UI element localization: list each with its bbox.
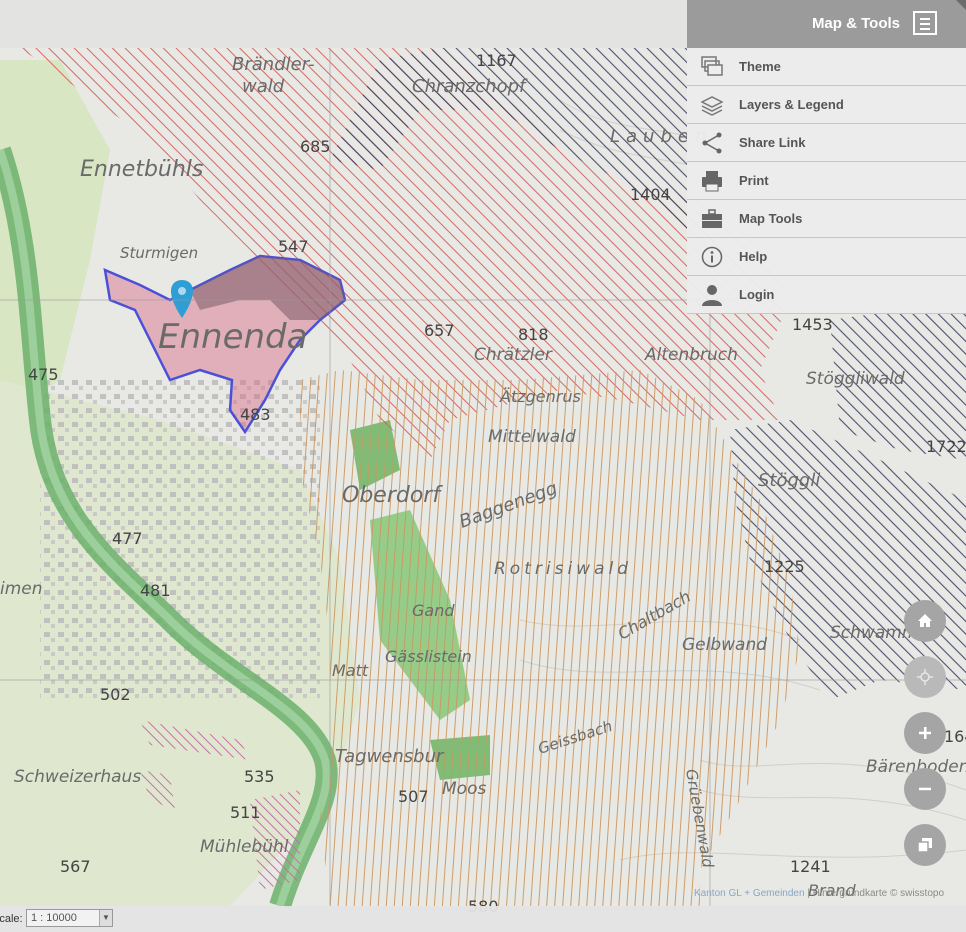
- chevron-down-icon[interactable]: ▼: [99, 910, 112, 926]
- menu-title: Map & Tools: [811, 15, 900, 32]
- attribution-basemap: Hintergrundkarte © swisstopo: [812, 888, 945, 899]
- zoom-in-button[interactable]: [904, 712, 946, 754]
- menu-item-share-link[interactable]: Share Link: [687, 124, 966, 162]
- plus-icon: [919, 727, 931, 739]
- user-icon: [702, 285, 722, 306]
- locate-icon: [917, 669, 933, 685]
- map-attribution: Kanton GL + Gemeinden | Hintergrundkarte…: [694, 888, 944, 899]
- menu-item-label: Print: [739, 173, 769, 188]
- scale-label: Scale:: [0, 913, 23, 925]
- home-icon: [918, 614, 932, 627]
- theme-icon: [701, 56, 723, 76]
- share-icon: [702, 132, 722, 154]
- basemap-switch-button[interactable]: [904, 824, 946, 866]
- print-icon: [702, 171, 722, 192]
- menu-item-layers-legend[interactable]: Layers & Legend: [687, 86, 966, 124]
- zoom-out-button[interactable]: [904, 768, 946, 810]
- menu-item-label: Share Link: [739, 135, 806, 150]
- attribution-separator: |: [804, 888, 813, 899]
- menu-item-theme[interactable]: Theme: [687, 48, 966, 86]
- tools-menu: Theme Layers & Legend Share Link Print M…: [687, 48, 966, 314]
- scale-value: 1 : 10000: [31, 912, 77, 924]
- menu-item-label: Theme: [739, 59, 781, 74]
- hazard-zone-orange: [300, 370, 800, 906]
- locate-button[interactable]: [904, 656, 946, 698]
- menu-item-label: Layers & Legend: [739, 97, 844, 112]
- scale-select[interactable]: 1 : 10000 ▼: [26, 909, 113, 927]
- hamburger-menu-icon[interactable]: [913, 11, 937, 35]
- menu-item-label: Login: [739, 287, 775, 302]
- menu-item-label: Help: [739, 249, 768, 264]
- menu-item-help[interactable]: Help: [687, 238, 966, 276]
- menu-item-map-tools[interactable]: Map Tools: [687, 200, 966, 238]
- info-icon: [701, 246, 723, 268]
- minus-icon: [919, 787, 931, 791]
- attribution-source-link[interactable]: Kanton GL + Gemeinden: [694, 888, 805, 899]
- menu-item-print[interactable]: Print: [687, 162, 966, 200]
- toolbox-icon: [702, 209, 722, 228]
- home-button[interactable]: [904, 600, 946, 642]
- menu-item-login[interactable]: Login: [687, 276, 966, 314]
- scale-bar: Scale: 1 : 10000 ▼: [0, 906, 966, 932]
- layers-switch-icon: [917, 838, 932, 853]
- layers-icon: [700, 96, 724, 116]
- menu-header[interactable]: Map & Tools: [687, 0, 966, 48]
- corner-fold: [956, 0, 966, 10]
- menu-item-label: Map Tools: [739, 211, 803, 226]
